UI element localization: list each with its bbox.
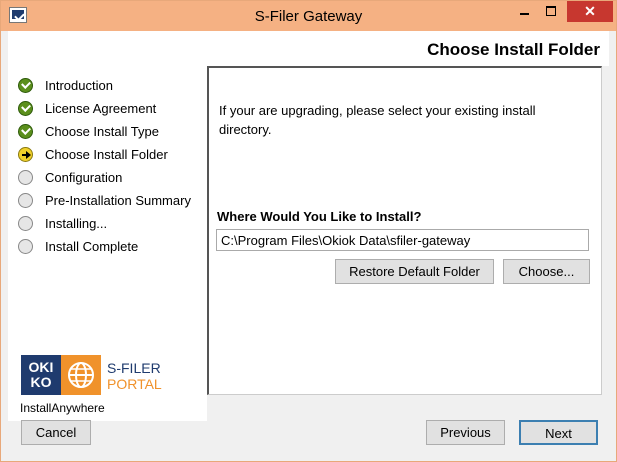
empty-circle-icon <box>18 216 33 231</box>
step-label: Pre-Installation Summary <box>45 193 191 208</box>
maximize-button[interactable] <box>538 1 564 22</box>
check-icon <box>18 101 33 116</box>
step-label: Installing... <box>45 216 108 231</box>
choose-folder-button[interactable]: Choose... <box>503 259 590 284</box>
brand-line-2: PORTAL <box>107 376 162 392</box>
previous-button[interactable]: Previous <box>426 420 505 445</box>
install-path-field[interactable]: C:\Program Files\Okiok Data\sfiler-gatew… <box>216 229 589 251</box>
step-label: Install Complete <box>45 239 139 254</box>
step-label: Choose Install Type <box>45 124 159 139</box>
cancel-button[interactable]: Cancel <box>21 420 91 445</box>
check-icon <box>18 78 33 93</box>
instruction-text: If your are upgrading, please select you… <box>219 103 536 137</box>
page-title: Choose Install Folder <box>427 40 600 59</box>
step-label: Configuration <box>45 170 123 185</box>
minimize-button[interactable] <box>512 1 538 22</box>
installer-window: S-Filer Gateway ✕ Choose Install Folder … <box>0 0 617 462</box>
step-label: Choose Install Folder <box>45 147 168 162</box>
restore-default-folder-button[interactable]: Restore Default Folder <box>335 259 494 284</box>
title-bar[interactable]: S-Filer Gateway ✕ <box>1 1 616 31</box>
empty-circle-icon <box>18 170 33 185</box>
installanywhere-label: InstallAnywhere <box>20 401 105 415</box>
close-button[interactable]: ✕ <box>567 1 613 22</box>
empty-circle-icon <box>18 193 33 208</box>
check-icon <box>18 124 33 139</box>
sfiler-portal-logo: OKI KO S-FILER PORTAL <box>21 355 162 395</box>
empty-circle-icon <box>18 239 33 254</box>
arrow-right-icon <box>18 147 33 162</box>
okiok-logo: OKI KO <box>21 355 61 395</box>
globe-icon <box>61 355 101 395</box>
install-location-label: Where Would You Like to Install? <box>217 209 422 224</box>
logo-text-top: OKI <box>28 359 54 375</box>
content-panel: If your are upgrading, please select you… <box>207 66 602 395</box>
step-header: Choose Install Folder <box>8 31 609 66</box>
logo-text-bottom: KO <box>30 374 52 390</box>
step-label: License Agreement <box>45 101 157 116</box>
brand-line-1: S-FILER <box>107 360 161 376</box>
next-button[interactable]: Next <box>519 420 598 445</box>
step-label: Introduction <box>45 78 113 93</box>
